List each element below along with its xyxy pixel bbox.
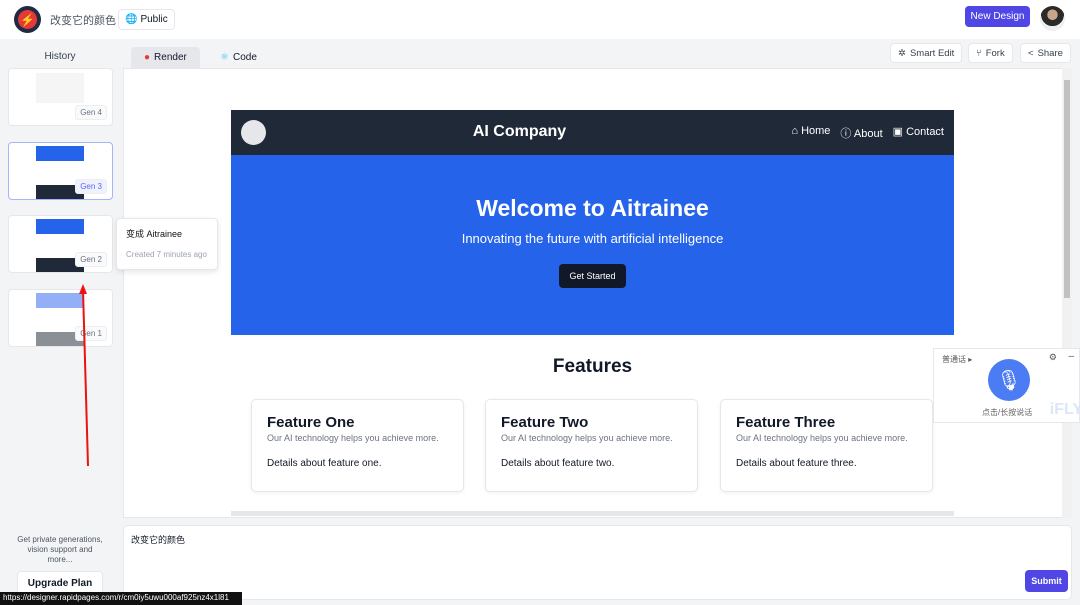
card-detail: Details about feature two. bbox=[501, 458, 615, 469]
upsell-text: Get private generations, vision support … bbox=[17, 535, 103, 564]
card-subtitle: Our AI technology helps you achieve more… bbox=[267, 433, 439, 443]
new-design-button[interactable]: New Design bbox=[965, 6, 1030, 27]
card-subtitle: Our AI technology helps you achieve more… bbox=[501, 433, 673, 443]
history-tooltip: 变成 Aitrainee Created 7 minutes ago bbox=[116, 218, 218, 270]
site-brand: AI Company bbox=[472, 123, 567, 140]
voice-hint: 点击/长按说话 bbox=[982, 408, 1033, 417]
language-selector[interactable]: 普通话 ▸ bbox=[942, 354, 972, 365]
tooltip-meta: Created 7 minutes ago bbox=[126, 250, 207, 259]
button-label: Fork bbox=[985, 47, 1005, 59]
submit-button[interactable]: Submit bbox=[1025, 570, 1068, 592]
ifly-watermark: iFLY bbox=[1049, 401, 1080, 418]
share-icon: < bbox=[1028, 47, 1034, 59]
card-detail: Details about feature three. bbox=[736, 458, 857, 469]
hero-title: Welcome to Aitrainee bbox=[476, 195, 709, 221]
nav-label: Home bbox=[801, 125, 831, 137]
settings-icon[interactable]: ⚙ bbox=[1049, 352, 1057, 363]
minimize-icon[interactable]: – bbox=[1068, 351, 1074, 362]
fork-icon: ⑂ bbox=[976, 47, 982, 59]
tooltip-title: 变成 Aitrainee bbox=[126, 229, 183, 239]
gen-label: Gen 4 bbox=[75, 105, 107, 120]
history-item-gen3[interactable]: Gen 3 bbox=[8, 142, 113, 200]
nav-home[interactable]: ⌂ Home bbox=[791, 125, 830, 141]
next-section-edge bbox=[231, 511, 954, 516]
hero-section: Welcome to Aitrainee Innovating the futu… bbox=[231, 155, 954, 335]
nav-contact[interactable]: ▣ Contact bbox=[893, 125, 944, 141]
microphone-icon: 🎙 bbox=[996, 369, 1022, 392]
render-icon: ● bbox=[144, 52, 151, 63]
tab-label: Code bbox=[232, 52, 257, 63]
features-heading: Features bbox=[552, 356, 633, 377]
magic-wand-icon: ✲ bbox=[898, 47, 906, 59]
get-started-button[interactable]: Get Started bbox=[559, 264, 626, 288]
card-subtitle: Our AI technology helps you achieve more… bbox=[736, 433, 908, 443]
react-icon: ⚛ bbox=[220, 52, 229, 63]
tab-render[interactable]: ● Render bbox=[131, 47, 200, 68]
history-item-gen1[interactable]: Gen 1 bbox=[8, 289, 113, 347]
card-detail: Details about feature one. bbox=[267, 458, 382, 469]
nav-label: About bbox=[853, 128, 883, 140]
gen-label: Gen 2 bbox=[75, 252, 107, 267]
prompt-value: 改变它的颜色 bbox=[131, 535, 186, 545]
fork-button[interactable]: ⑂ Fork bbox=[968, 43, 1013, 63]
button-label: Share bbox=[1037, 47, 1063, 59]
preview-scrollbar[interactable] bbox=[1062, 68, 1072, 518]
smart-edit-button[interactable]: ✲ Smart Edit bbox=[890, 43, 963, 63]
prompt-input[interactable]: 改变它的颜色 bbox=[123, 525, 1072, 600]
tab-label: Render bbox=[154, 52, 187, 63]
button-label: Smart Edit bbox=[909, 47, 955, 59]
voice-input-widget: 普通话 ▸ ⚙ – 🎙 点击/长按说话 iFLY bbox=[933, 348, 1080, 423]
microphone-button[interactable]: 🎙 bbox=[988, 359, 1030, 401]
language-label: 普通话 bbox=[942, 355, 966, 364]
user-avatar[interactable] bbox=[1040, 6, 1065, 31]
globe-icon: 🌐 bbox=[125, 14, 138, 25]
visibility-button[interactable]: 🌐 Public bbox=[118, 9, 175, 30]
history-item-gen2[interactable]: Gen 2 bbox=[8, 215, 113, 273]
app-logo[interactable]: ⚡ bbox=[14, 6, 41, 33]
history-heading: History bbox=[44, 51, 76, 62]
nav-about[interactable]: ⓘ About bbox=[840, 125, 882, 141]
card-title: Feature One bbox=[267, 414, 355, 431]
feature-card: Feature Three Our AI technology helps you… bbox=[720, 399, 933, 492]
gen-label: Gen 3 bbox=[75, 179, 107, 194]
share-button[interactable]: < Share bbox=[1020, 43, 1071, 63]
lightning-icon: ⚡ bbox=[18, 10, 37, 29]
history-item-gen4[interactable]: Gen 4 bbox=[8, 68, 113, 126]
site-navbar: AI Company ⌂ Home ⓘ About ▣ Contact bbox=[231, 110, 954, 155]
design-title: 改变它的颜色 bbox=[50, 15, 116, 27]
visibility-label: Public bbox=[140, 14, 168, 25]
card-title: Feature Three bbox=[736, 414, 836, 431]
nav-label: Contact bbox=[906, 126, 944, 138]
hero-subtitle: Innovating the future with artificial in… bbox=[461, 231, 724, 246]
tab-code[interactable]: ⚛ Code bbox=[207, 47, 270, 68]
feature-card: Feature Two Our AI technology helps you a… bbox=[485, 399, 698, 492]
red-arrow-annotation bbox=[79, 284, 89, 467]
feature-card: Feature One Our AI technology helps you a… bbox=[251, 399, 464, 492]
status-bar-url: https://designer.rapidpages.com/r/cm0iy5… bbox=[0, 592, 242, 605]
card-title: Feature Two bbox=[501, 414, 589, 431]
